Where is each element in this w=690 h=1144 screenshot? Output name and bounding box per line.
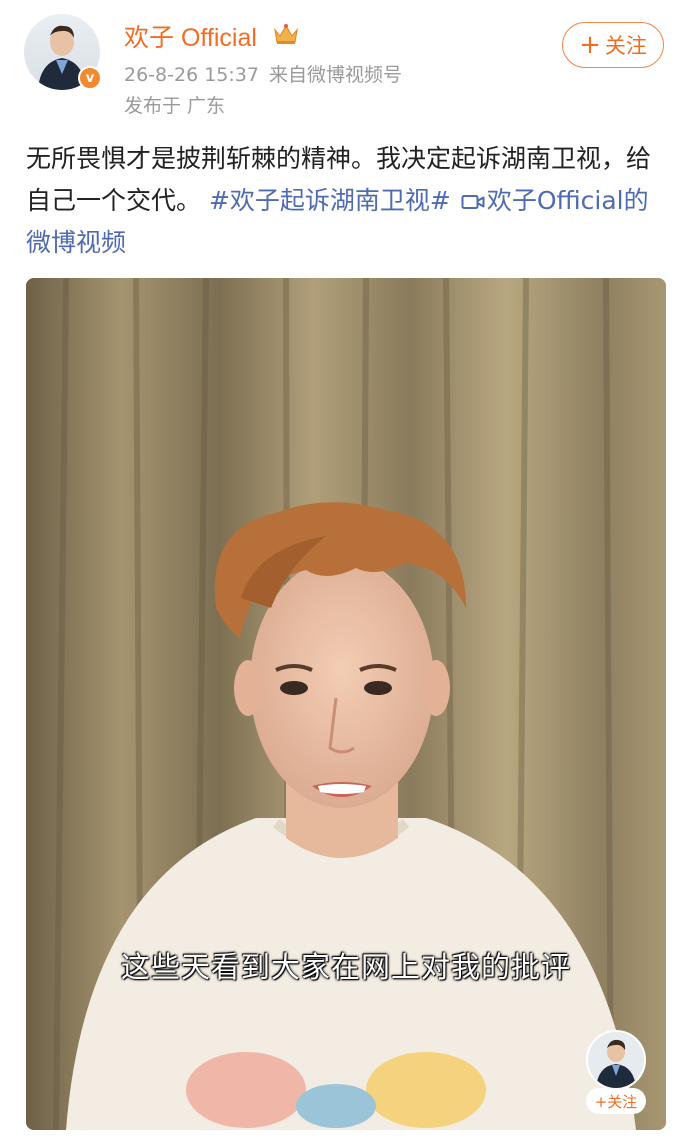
video-follow-button[interactable]: +关注 [586, 1088, 646, 1114]
weibo-post: v 欢子 Official 26-8-26 15:37 来自微博视频号 发布于 广… [0, 0, 690, 1144]
video-camera-icon [461, 195, 485, 209]
video-player[interactable]: 这些天看到大家在网上对我的批评 +关注 [26, 278, 666, 1130]
video-subtitle: 这些天看到大家在网上对我的批评 [120, 950, 571, 984]
post-location: 发布于 广东 [124, 95, 226, 117]
hashtag-link[interactable]: #欢子起诉湖南卫视# [209, 186, 451, 215]
video-frame [26, 278, 666, 1130]
post-text: 无所畏惧才是披荆斩棘的精神。我决定起诉湖南卫视，给自己一个交代。 #欢子起诉湖南… [26, 138, 666, 264]
follow-button[interactable]: + 关注 [562, 22, 664, 68]
crown-icon [274, 24, 298, 44]
post-meta: 26-8-26 15:37 来自微博视频号 [124, 60, 402, 87]
video-author-avatar[interactable] [586, 1030, 646, 1090]
post-date: 26-8-26 15:37 [124, 64, 259, 86]
post-source[interactable]: 来自微博视频号 [269, 64, 402, 86]
verified-badge-icon: v [78, 66, 102, 90]
follow-label: 关注 [604, 34, 647, 58]
username[interactable]: 欢子 Official [124, 18, 257, 54]
plus-icon: + [579, 30, 601, 60]
